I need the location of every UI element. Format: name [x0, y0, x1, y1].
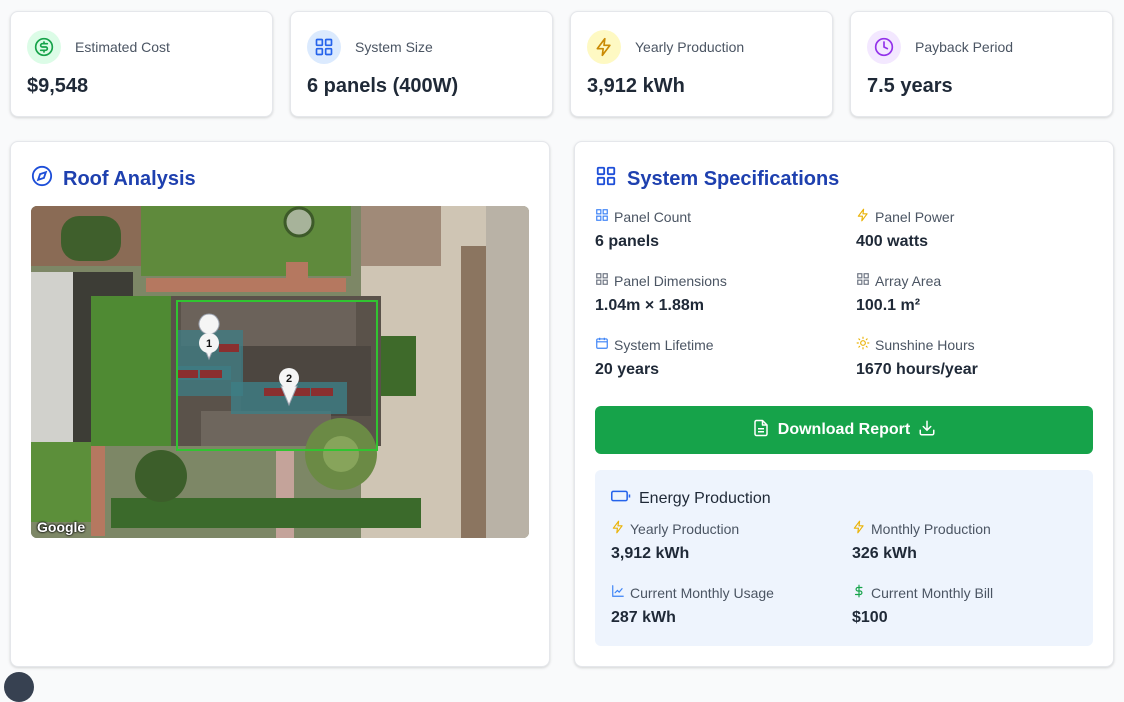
spec-value: 1670 hours/year — [856, 361, 978, 378]
energy-production-title: Energy Production — [611, 489, 771, 508]
download-icon — [918, 419, 936, 442]
stat-label: Payback Period — [915, 39, 1014, 55]
sun-icon — [856, 336, 870, 353]
system-specifications-title-text: System Specifications — [627, 167, 840, 190]
spec-array-area: Array Area 100.1 m² — [856, 272, 941, 315]
energy-label: Current Monthly Bill — [871, 584, 994, 601]
compass-icon — [31, 165, 53, 193]
map-marker-label: 2 — [286, 373, 292, 385]
energy-production-title-text: Energy Production — [639, 489, 771, 507]
download-report-button[interactable]: Download Report — [595, 406, 1093, 454]
grid-icon — [856, 272, 870, 289]
google-watermark: Google — [37, 519, 86, 535]
lightning-icon — [587, 30, 621, 64]
energy-value: $100 — [852, 609, 888, 626]
energy-value: 326 kWh — [852, 545, 917, 562]
energy-monthly-production: Monthly Production 326 kWh — [852, 520, 991, 563]
avatar[interactable] — [4, 672, 34, 702]
battery-icon — [611, 489, 631, 508]
spec-value: 100.1 m² — [856, 297, 921, 314]
energy-label: Monthly Production — [871, 520, 991, 537]
energy-value: 3,912 kWh — [611, 545, 690, 562]
satellite-map[interactable]: 1 2 Google — [31, 206, 529, 538]
stat-value: 3,912 kWh — [587, 75, 685, 97]
stat-label: Estimated Cost — [75, 39, 170, 55]
stat-label: Yearly Production — [635, 39, 745, 55]
spec-label: Panel Power — [875, 208, 955, 225]
grid-icon — [307, 30, 341, 64]
grid-icon — [595, 208, 609, 225]
spec-panel-dimensions: Panel Dimensions 1.04m × 1.88m — [595, 272, 727, 315]
spec-value: 400 watts — [856, 233, 929, 250]
chart-line-icon — [611, 584, 625, 601]
roof-analysis-title: Roof Analysis — [31, 165, 196, 193]
spec-label: Array Area — [875, 272, 942, 289]
map-marker-label: 1 — [206, 338, 212, 350]
dollar-icon — [852, 584, 866, 601]
energy-label: Current Monthly Usage — [630, 584, 774, 601]
energy-production-panel: Energy Production Yearly Production 3,91… — [595, 470, 1093, 646]
stat-value: $9,548 — [27, 75, 89, 97]
stat-card-system-size: System Size 6 panels (400W) — [290, 11, 553, 117]
spec-value: 1.04m × 1.88m — [595, 297, 704, 314]
clock-icon — [867, 30, 901, 64]
grid-icon — [595, 165, 617, 193]
system-specifications-card: System Specifications Panel Count 6 pane… — [574, 141, 1114, 667]
energy-yearly-production: Yearly Production 3,912 kWh — [611, 520, 739, 563]
grid-icon — [595, 272, 609, 289]
spec-label: Sunshine Hours — [875, 336, 975, 353]
calendar-icon — [595, 336, 609, 353]
spec-label: System Lifetime — [614, 336, 714, 353]
system-specifications-title: System Specifications — [595, 165, 839, 193]
dollar-circle-icon — [27, 30, 61, 64]
spec-value: 6 panels — [595, 233, 660, 250]
lightning-icon — [856, 208, 870, 225]
lightning-icon — [852, 520, 866, 537]
roof-analysis-title-text: Roof Analysis — [63, 167, 196, 190]
spec-label: Panel Count — [614, 208, 692, 225]
stat-value: 7.5 years — [867, 75, 953, 97]
spec-panel-power: Panel Power 400 watts — [856, 208, 954, 251]
stat-value: 6 panels (400W) — [307, 75, 459, 97]
spec-sunshine-hours: Sunshine Hours 1670 hours/year — [856, 336, 978, 379]
download-report-label: Download Report — [777, 421, 911, 438]
energy-current-monthly-usage: Current Monthly Usage 287 kWh — [611, 584, 774, 627]
energy-label: Yearly Production — [630, 520, 740, 537]
stat-card-yearly-production: Yearly Production 3,912 kWh — [570, 11, 833, 117]
lightning-icon — [611, 520, 625, 537]
stat-label: System Size — [355, 39, 433, 55]
document-icon — [752, 419, 770, 442]
energy-current-monthly-bill: Current Monthly Bill $100 — [852, 584, 993, 627]
roof-analysis-card: Roof Analysis 1 2 Google — [10, 141, 550, 667]
spec-system-lifetime: System Lifetime 20 years — [595, 336, 714, 379]
spec-panel-count: Panel Count 6 panels — [595, 208, 691, 251]
stat-card-payback-period: Payback Period 7.5 years — [850, 11, 1113, 117]
spec-label: Panel Dimensions — [614, 272, 727, 289]
energy-value: 287 kWh — [611, 609, 676, 626]
stat-card-estimated-cost: Estimated Cost $9,548 — [10, 11, 273, 117]
spec-value: 20 years — [595, 361, 660, 378]
